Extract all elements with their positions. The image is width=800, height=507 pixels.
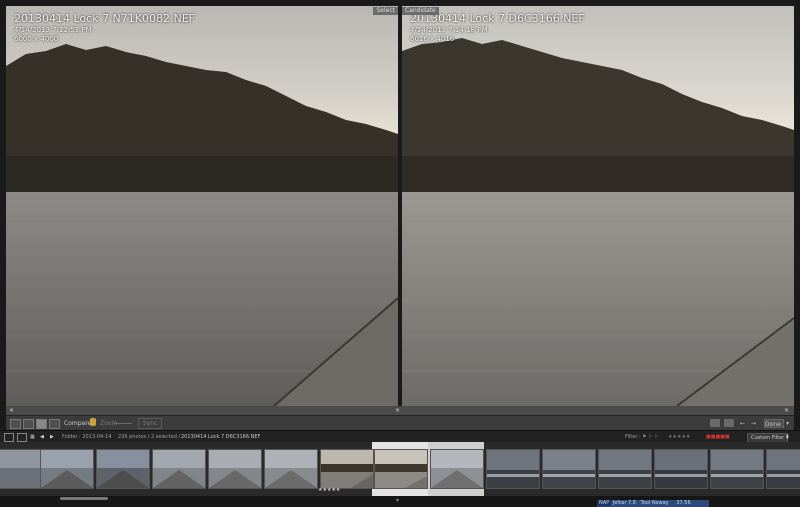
- film-thumbnail[interactable]: [710, 449, 764, 489]
- film-thumbnail[interactable]: [766, 449, 800, 489]
- filmstrip-scrollbar[interactable]: [60, 497, 108, 500]
- compare-toolbar: Compare : Zoom Sync ← → Done ▾: [6, 415, 794, 431]
- survey-view-button[interactable]: [49, 419, 60, 429]
- status-bar: NAP Jettar 7.8 Tool Noway 37.56: [597, 500, 709, 507]
- film-thumbnail[interactable]: [264, 449, 318, 489]
- film-thumbnail[interactable]: [598, 449, 652, 489]
- film-thumbnail[interactable]: [152, 449, 206, 489]
- select-photo: [6, 6, 398, 406]
- folder-label[interactable]: Folder : 2013-04-14: [62, 433, 111, 441]
- candidate-photo: [402, 6, 794, 406]
- toolbar-menu-icon[interactable]: ▾: [786, 419, 789, 428]
- film-thumbnail[interactable]: [542, 449, 596, 489]
- select-label: Select: [373, 7, 398, 15]
- close-icon[interactable]: ✕: [395, 407, 400, 414]
- rating-stars-icon: ★★★★★: [318, 487, 341, 493]
- select-datetime: 4/14/2013 7:12:53 PM: [14, 26, 92, 34]
- lock-icon[interactable]: [90, 418, 96, 426]
- film-thumbnail[interactable]: [40, 449, 94, 489]
- grid-view-button[interactable]: [10, 419, 21, 429]
- swap-icon[interactable]: [710, 419, 720, 427]
- sync-button[interactable]: Sync: [138, 418, 163, 429]
- color-filter-icon[interactable]: ■■■■■: [706, 433, 730, 441]
- zoom-slider[interactable]: [114, 423, 132, 424]
- pane-footer: ✕ ✕ ✕: [6, 406, 794, 415]
- back-arrow-icon[interactable]: ◀: [40, 433, 44, 441]
- compare-view-button[interactable]: [36, 419, 47, 429]
- film-thumbnail-candidate[interactable]: [374, 449, 428, 489]
- flag-filter-icon[interactable]: ⚑ ⚐ ⚐: [642, 433, 659, 441]
- film-thumbnail[interactable]: [208, 449, 262, 489]
- filmstrip: ★★★★★: [0, 442, 800, 496]
- filter-label: Filter :: [625, 434, 641, 440]
- candidate-label: Candidate: [402, 7, 439, 15]
- film-thumbnail[interactable]: [486, 449, 540, 489]
- forward-arrow-icon[interactable]: ▶: [50, 433, 54, 441]
- candidate-photo-pane[interactable]: 20130414 Lock 7 D6C3166.NEF 4/14/2013 7:…: [402, 6, 794, 406]
- select-dimensions: 6000 x 4000: [14, 35, 59, 43]
- film-thumbnail[interactable]: [654, 449, 708, 489]
- loupe-view-button[interactable]: [23, 419, 34, 429]
- monitor-2-icon[interactable]: [17, 433, 27, 442]
- status-badge: NAP: [597, 500, 612, 506]
- select-photo-pane[interactable]: 20130414 Lock 7 N71K0082.NEF 4/14/2013 7…: [6, 6, 398, 406]
- close-candidate-icon[interactable]: ✕: [784, 407, 789, 414]
- grid-icon[interactable]: ▦: [30, 433, 35, 441]
- close-select-icon[interactable]: ✕: [9, 407, 14, 414]
- status-value: 37.56: [676, 500, 691, 506]
- selected-filename: 20130414 Lock 7 D6C3166.NEF: [181, 434, 261, 440]
- film-thumbnail[interactable]: [96, 449, 150, 489]
- next-arrow-icon[interactable]: →: [751, 419, 756, 428]
- monitor-1-icon[interactable]: [4, 433, 14, 442]
- filter-lock-icon[interactable]: ▮: [786, 433, 789, 441]
- film-thumbnail-select[interactable]: [430, 449, 484, 489]
- status-item-2: Tool Noway: [640, 500, 669, 506]
- status-item-1: Jettar 7.8: [612, 500, 636, 506]
- star-filter-icon[interactable]: ★★★★★: [668, 433, 690, 441]
- photo-count: 236 photos / 2 selected /: [118, 434, 181, 440]
- filmstrip-scroll-area: ▾ NAP Jettar 7.8 Tool Noway 37.56: [0, 496, 800, 507]
- candidate-dimensions: 6016 x 4016: [410, 35, 455, 43]
- film-thumbnail[interactable]: [320, 449, 374, 489]
- candidate-datetime: 4/14/2013 7:14:18 PM: [410, 26, 488, 34]
- panel-toggle-icon[interactable]: ▾: [396, 497, 399, 504]
- make-select-icon[interactable]: [724, 419, 734, 427]
- done-button[interactable]: Done: [764, 419, 784, 428]
- previous-arrow-icon[interactable]: ←: [740, 419, 745, 428]
- select-filename: 20130414 Lock 7 N71K0082.NEF: [14, 12, 195, 25]
